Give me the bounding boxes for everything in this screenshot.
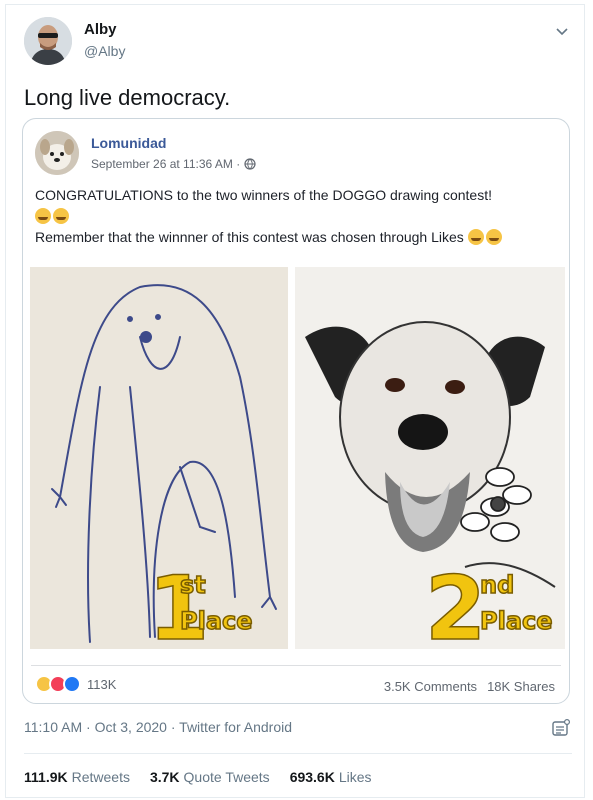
place-word-2: Place (480, 607, 553, 635)
page-name: Lomunidad (91, 135, 167, 151)
tweet-meta: 11:10 AM · Oct 3, 2020 · Twitter for And… (24, 719, 292, 735)
reactions-summary[interactable]: 113K (35, 675, 116, 693)
likes-value: 693.6K (289, 769, 335, 785)
retweets-value: 111.9K (24, 769, 68, 785)
shares-count[interactable]: 18K Shares (487, 679, 555, 694)
tweet-text: Long live democracy. (24, 85, 231, 110)
tweet-source[interactable]: Twitter for Android (179, 719, 292, 735)
laughing-cat-emoji-icon (35, 208, 51, 224)
likes-count[interactable]: 693.6K Likes (290, 769, 372, 785)
quotes-label: Quote Tweets (183, 769, 270, 785)
divider (24, 753, 572, 754)
post-line-1: CONGRATULATIONS to the two winners of th… (35, 187, 492, 203)
tweet-card: Alby @Alby Long live democracy. Lomunida… (5, 4, 585, 798)
place-word-1: Place (180, 607, 253, 635)
tweet-date[interactable]: Oct 3, 2020 (95, 719, 167, 735)
chevron-down-icon[interactable] (554, 23, 570, 39)
meta-separator: · (86, 719, 91, 735)
divider (31, 665, 561, 666)
quote-tweets-count[interactable]: 3.7K Quote Tweets (150, 769, 270, 785)
post-line-2-text: Remember that the winnner of this contes… (35, 229, 464, 245)
display-name[interactable]: Alby (84, 21, 117, 38)
globe-icon (244, 158, 256, 170)
likes-label: Likes (338, 769, 372, 785)
handle[interactable]: @Alby (84, 43, 125, 59)
first-place-drawing: 1 st Place (30, 267, 288, 649)
avatar[interactable] (24, 17, 72, 65)
comments-count[interactable]: 3.5K Comments (384, 679, 477, 694)
analytics-icon[interactable] (552, 718, 571, 737)
emoji-row (35, 208, 69, 224)
place-suffix-1: st (180, 571, 206, 599)
reaction-count: 113K (87, 676, 117, 692)
retweets-count[interactable]: 111.9K Retweets (24, 769, 130, 785)
post-stats: 3.5K Comments 18K Shares (384, 679, 555, 694)
place-number-2: 2 (425, 557, 486, 649)
post-date: September 26 at 11:36 AM · (91, 157, 256, 171)
quotes-value: 3.7K (149, 769, 180, 785)
post-date-text: September 26 at 11:36 AM · (91, 157, 241, 171)
tweet-time[interactable]: 11:10 AM (24, 719, 82, 735)
embedded-facebook-post[interactable]: Lomunidad September 26 at 11:36 AM · CON… (22, 118, 570, 704)
grimace-emoji-icon (467, 229, 484, 245)
post-line-2: Remember that the winnner of this contes… (35, 229, 502, 245)
laughing-cat-emoji-icon (53, 208, 69, 224)
grimace-emoji-icon (485, 229, 502, 245)
meta-separator: · (170, 719, 176, 735)
second-place-drawing: 2 nd Place (295, 267, 565, 649)
engagement-counts: 111.9K Retweets 3.7K Quote Tweets 693.6K Li… (24, 769, 372, 785)
page-avatar (35, 131, 79, 175)
retweets-label: Retweets (71, 769, 130, 785)
place-suffix-2: nd (480, 571, 514, 599)
like-reaction-icon (63, 675, 81, 693)
